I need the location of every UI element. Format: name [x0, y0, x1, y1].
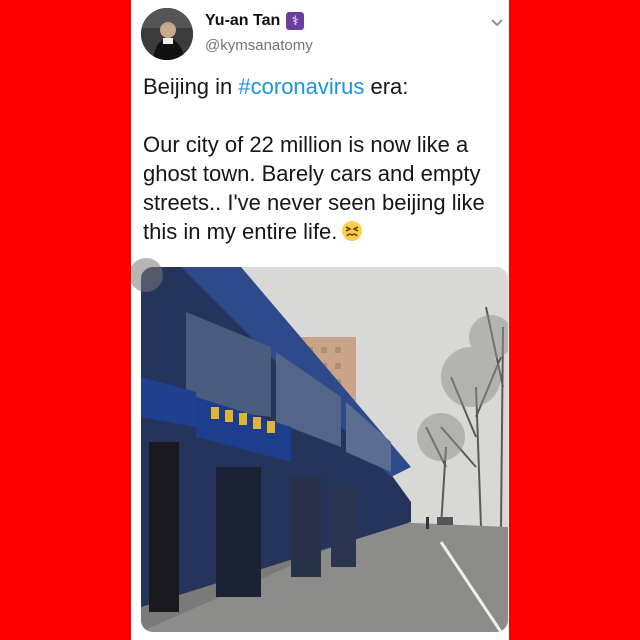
persevering-face-icon [342, 221, 363, 241]
street-scene [141, 267, 508, 632]
chevron-down-icon[interactable] [489, 14, 505, 30]
video-media[interactable] [141, 267, 508, 632]
tweet-first-line: Beijing in #coronavirus era: [143, 72, 505, 101]
hashtag-link[interactable]: #coronavirus [238, 74, 364, 99]
avatar-image [141, 8, 193, 60]
author-name[interactable]: Yu-an Tan [205, 12, 280, 30]
medical-staff-icon: ⚕ [286, 12, 305, 30]
tweet-body: Our city of 22 million is now like a gho… [143, 130, 505, 246]
text-prefix: Beijing in [143, 74, 239, 99]
avatar[interactable] [141, 8, 193, 60]
tweet-body-text: Our city of 22 million is now like a gho… [143, 132, 485, 244]
tweet-text: Beijing in #coronavirus era: Our city of… [143, 72, 505, 246]
author-handle[interactable]: @kymsanatomy [205, 37, 313, 54]
author-row: Yu-an Tan ⚕ [205, 12, 305, 30]
tweet-card: Yu-an Tan ⚕ @kymsanatomy Beijing in #cor… [131, 0, 509, 640]
text-suffix: era: [364, 74, 409, 99]
